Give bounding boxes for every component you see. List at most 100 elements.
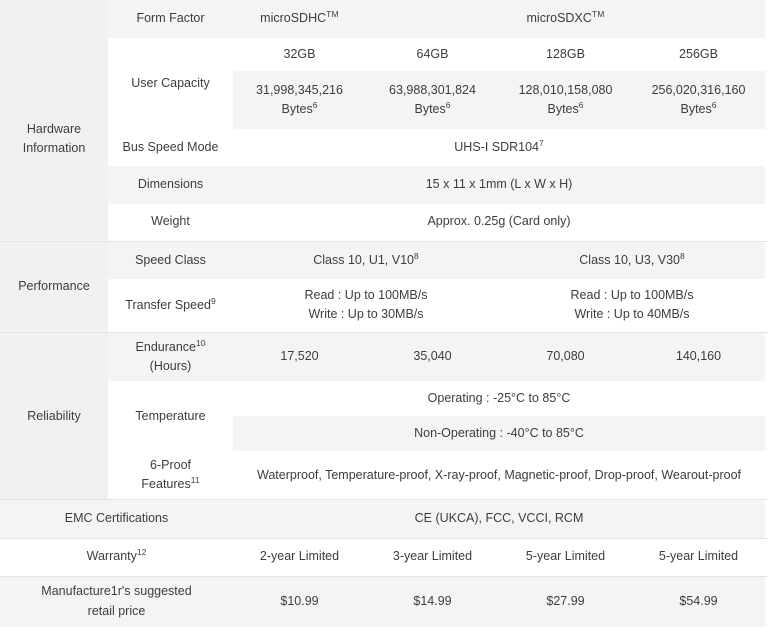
value-endurance-256gb: 140,160: [632, 332, 766, 382]
value-msrp-256gb: $54.99: [632, 576, 766, 627]
value-warranty-128gb: 5-year Limited: [499, 538, 632, 576]
capacity-heading-64gb: 64GB: [366, 38, 499, 72]
group-spacer-top: [0, 0, 108, 39]
value-endurance-64gb: 35,040: [366, 332, 499, 382]
footnote-marker: 6: [445, 100, 451, 111]
footnote-marker: 8: [414, 250, 419, 261]
capacity-bytes-128gb: 128,010,158,080 Bytes6: [499, 71, 632, 130]
value-speed-class-sdhc: Class 10, U1, V108: [233, 241, 499, 279]
label-msrp: Manufacture1r's suggested retail price: [0, 576, 233, 627]
value-weight: Approx. 0.25g (Card only): [233, 203, 766, 241]
footnote-marker: 11: [190, 475, 200, 486]
group-hardware-line2: Information: [22, 141, 86, 156]
label-warranty: Warranty12: [0, 538, 233, 576]
value-msrp-64gb: $14.99: [366, 576, 499, 627]
row-transfer-speed: Transfer Speed9 Read : Up to 100MB/s Wri…: [0, 278, 768, 332]
transfer-speed-right-write: Write : Up to 40MB/s: [574, 307, 690, 322]
footnote-marker: 9: [210, 295, 216, 306]
capacity-bytes-64gb-number: 63,988,301,824: [389, 82, 476, 97]
value-bus-speed-mode: UHS-I SDR1047: [233, 129, 766, 167]
speed-class-right-text: Class 10, U3, V30: [579, 252, 681, 267]
endurance-label-text: Endurance: [135, 339, 196, 354]
label-six-proof-features: 6-Proof Features11: [108, 451, 233, 500]
bytes-unit-text: Bytes: [414, 102, 446, 117]
label-speed-class: Speed Class: [108, 241, 233, 279]
footnote-marker: 6: [578, 100, 584, 111]
specifications-table: Form Factor microSDHCTM microSDXCTM Hard…: [0, 0, 768, 641]
capacity-bytes-128gb-unit: Bytes6: [503, 100, 628, 119]
footnote-marker: 7: [539, 138, 544, 149]
row-bottom-spacer: [0, 626, 768, 641]
label-dimensions: Dimensions: [108, 166, 233, 204]
capacity-bytes-64gb-unit: Bytes6: [370, 100, 495, 119]
speed-class-left-text: Class 10, U1, V10: [313, 252, 414, 267]
capacity-heading-32gb: 32GB: [233, 38, 366, 72]
group-hardware-information: Hardware Information: [0, 38, 108, 241]
label-emc-certifications: EMC Certifications: [0, 500, 233, 538]
value-endurance-128gb: 70,080: [499, 332, 632, 382]
capacity-bytes-32gb-number: 31,998,345,216: [256, 82, 343, 97]
row-temperature-operating: Temperature Operating : -25°C to 85°C: [0, 381, 768, 452]
label-bus-speed-mode: Bus Speed Mode: [108, 129, 233, 167]
value-dimensions: 15 x 11 x 1mm (L x W x H): [233, 166, 766, 204]
footnote-marker: 6: [711, 100, 717, 111]
capacity-bytes-32gb: 31,998,345,216 Bytes6: [233, 71, 366, 130]
row-bus-speed-mode: Bus Speed Mode UHS-I SDR1047: [0, 129, 768, 167]
value-warranty-64gb: 3-year Limited: [366, 538, 499, 576]
endurance-label-line2: (Hours): [149, 359, 192, 374]
msrp-label-line2: retail price: [87, 603, 146, 618]
label-form-factor: Form Factor: [108, 0, 233, 39]
bus-speed-text: UHS-I SDR104: [454, 140, 540, 155]
label-temperature: Temperature: [108, 381, 233, 452]
capacity-bytes-256gb-number: 256,020,316,160: [651, 82, 746, 97]
msrp-label-line1: Manufacture1r's suggested: [41, 584, 192, 599]
footnote-marker: 8: [680, 250, 685, 261]
form-factor-sdxc-text: microSDXC: [526, 11, 592, 26]
footnote-marker: 6: [312, 100, 318, 111]
bytes-unit-text: Bytes: [547, 102, 579, 117]
transfer-speed-left-read: Read : Up to 100MB/s: [304, 288, 428, 303]
row-capacity-headings: Hardware Information User Capacity 32GB …: [0, 38, 768, 241]
form-factor-sdhc-text: microSDHC: [260, 11, 327, 26]
value-msrp-128gb: $27.99: [499, 576, 632, 627]
label-endurance: Endurance10 (Hours): [108, 332, 233, 382]
value-transfer-speed-sdxc: Read : Up to 100MB/s Write : Up to 40MB/…: [499, 278, 766, 332]
capacity-bytes-64gb: 63,988,301,824 Bytes6: [366, 71, 499, 130]
footnote-marker: 10: [196, 337, 206, 348]
row-warranty: Warranty12 2-year Limited 3-year Limited…: [0, 538, 768, 576]
bottom-spacer: [0, 626, 768, 641]
row-form-factor: Form Factor microSDHCTM microSDXCTM: [0, 0, 768, 39]
value-form-factor-sdxc: microSDXCTM: [366, 0, 766, 39]
value-emc-certifications: CE (UKCA), FCC, VCCI, RCM: [233, 500, 766, 538]
bytes-unit-text: Bytes: [680, 102, 712, 117]
value-temperature-non-operating: Non-Operating : -40°C to 85°C: [233, 416, 766, 452]
row-emc-certifications: EMC Certifications CE (UKCA), FCC, VCCI,…: [0, 500, 768, 538]
capacity-bytes-256gb-unit: Bytes6: [636, 100, 761, 119]
trademark-icon-sdhc: TM: [326, 9, 339, 20]
label-weight: Weight: [108, 203, 233, 241]
endurance-label-line1: Endurance10: [112, 338, 229, 357]
value-warranty-32gb: 2-year Limited: [233, 538, 366, 576]
group-hardware-line1: Hardware: [26, 122, 82, 137]
capacity-bytes-128gb-number: 128,010,158,080: [518, 82, 613, 97]
row-weight: Weight Approx. 0.25g (Card only): [0, 203, 768, 241]
value-six-proof-features: Waterproof, Temperature-proof, X-ray-pro…: [233, 451, 766, 500]
capacity-heading-256gb: 256GB: [632, 38, 766, 72]
row-endurance: Reliability Endurance10 (Hours) 17,520 3…: [0, 332, 768, 500]
value-transfer-speed-sdhc: Read : Up to 100MB/s Write : Up to 30MB/…: [233, 278, 499, 332]
row-msrp: Manufacture1r's suggested retail price $…: [0, 576, 768, 627]
value-warranty-256gb: 5-year Limited: [632, 538, 766, 576]
row-dimensions: Dimensions 15 x 11 x 1mm (L x W x H): [0, 166, 768, 204]
value-temperature-operating: Operating : -25°C to 85°C: [233, 381, 766, 417]
value-msrp-32gb: $10.99: [233, 576, 366, 627]
capacity-bytes-256gb: 256,020,316,160 Bytes6: [632, 71, 766, 130]
group-reliability: Reliability: [0, 332, 108, 500]
trademark-icon-sdxc: TM: [591, 9, 605, 20]
value-speed-class-sdxc: Class 10, U3, V308: [499, 241, 766, 279]
bytes-unit-text: Bytes: [281, 102, 313, 117]
six-proof-label-text: Features: [141, 477, 191, 492]
row-six-proof-features: 6-Proof Features11 Waterproof, Temperatu…: [0, 451, 768, 500]
capacity-bytes-32gb-unit: Bytes6: [237, 100, 362, 119]
value-form-factor-sdhc: microSDHCTM: [233, 0, 366, 39]
value-endurance-32gb: 17,520: [233, 332, 366, 382]
